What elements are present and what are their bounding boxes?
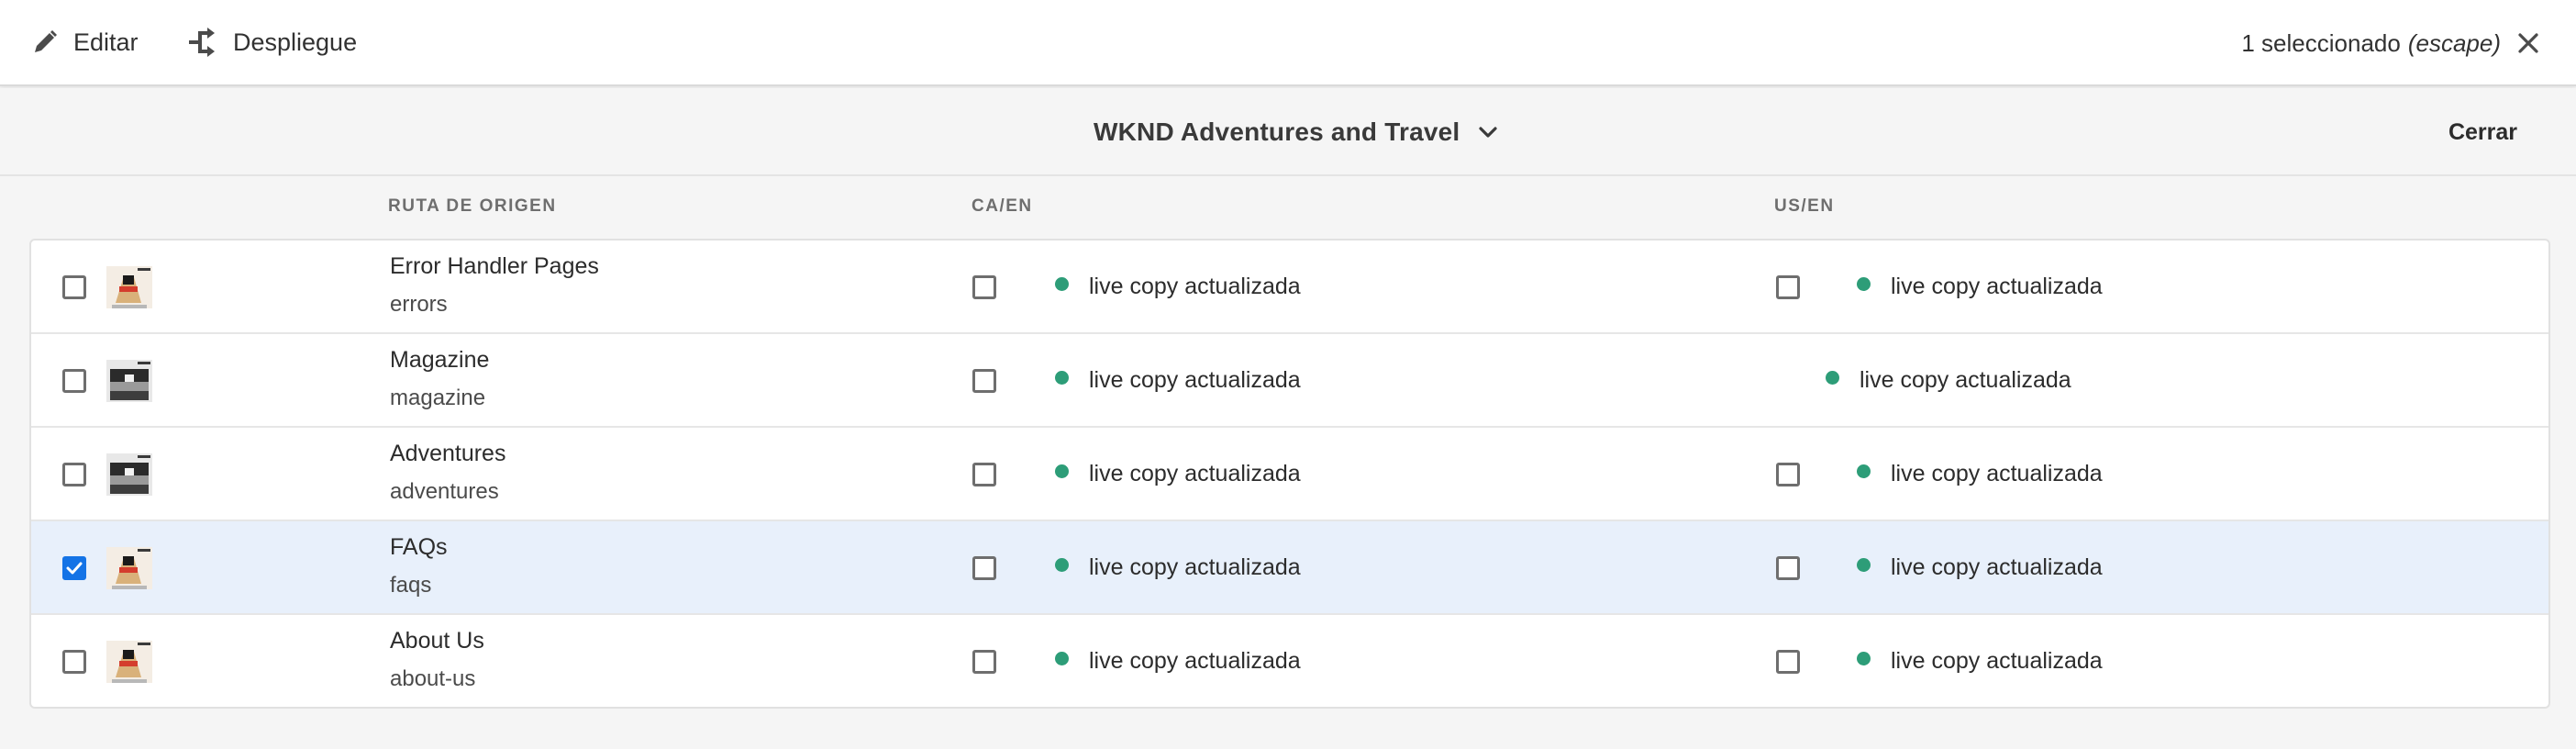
- page-name[interactable]: Error Handler Pages: [390, 253, 599, 280]
- status-label: live copy actualizada: [1089, 366, 1301, 393]
- checkmark-icon: [66, 562, 83, 575]
- page-name[interactable]: Magazine: [390, 347, 489, 374]
- chevron-down-icon: [1478, 126, 1498, 139]
- us-en-checkbox[interactable]: [1776, 275, 1800, 299]
- table-row[interactable]: FAQs faqs live copy actualizada live cop…: [31, 521, 2548, 615]
- close-icon[interactable]: [2517, 32, 2539, 54]
- selection-count: 1 seleccionado: [2241, 28, 2401, 57]
- us-en-status: live copy actualizada: [1857, 521, 2103, 613]
- row-checkbox[interactable]: [62, 650, 86, 674]
- status-label: live copy actualizada: [1089, 647, 1301, 674]
- pencil-icon: [31, 28, 59, 56]
- status-dot-icon: [1055, 370, 1069, 385]
- page-name[interactable]: About Us: [390, 628, 484, 654]
- edit-label: Editar: [73, 28, 139, 56]
- page-path: magazine: [390, 386, 486, 410]
- ca-en-checkbox[interactable]: [972, 650, 996, 674]
- ca-en-status: live copy actualizada: [1055, 240, 1301, 332]
- status-dot-icon: [1055, 464, 1069, 478]
- status-dot-icon: [1055, 651, 1069, 665]
- us-en-status: live copy actualizada: [1857, 428, 2103, 520]
- ca-en-checkbox[interactable]: [972, 463, 996, 486]
- status-dot-icon: [1826, 370, 1839, 385]
- page-thumbnail: [106, 641, 152, 683]
- column-header-source-path[interactable]: RUTA DE ORIGEN: [388, 176, 557, 237]
- ca-en-checkbox[interactable]: [972, 369, 996, 393]
- status-label: live copy actualizada: [1891, 647, 2103, 674]
- deploy-label: Despliegue: [233, 28, 358, 56]
- page-path: about-us: [390, 666, 476, 691]
- blueprint-selector[interactable]: WKND Adventures and Travel: [1094, 88, 1498, 176]
- page-thumbnail: [106, 360, 152, 402]
- page-thumbnail: [106, 266, 152, 308]
- page-name[interactable]: Adventures: [390, 441, 505, 467]
- ca-en-status: live copy actualizada: [1055, 334, 1301, 426]
- ca-en-status: live copy actualizada: [1055, 521, 1301, 613]
- page-path: errors: [390, 292, 448, 317]
- status-label: live copy actualizada: [1891, 553, 2103, 580]
- status-label: live copy actualizada: [1891, 460, 2103, 486]
- collection-header: WKND Adventures and Travel Cerrar: [0, 88, 2576, 176]
- ca-en-status: live copy actualizada: [1055, 428, 1301, 520]
- status-label: live copy actualizada: [1089, 460, 1301, 486]
- rollout-table: Error Handler Pages errors live copy act…: [29, 239, 2550, 709]
- table-row[interactable]: Adventures adventures live copy actualiz…: [31, 428, 2548, 521]
- selection-status: 1 seleccionado (escape): [2241, 0, 2539, 86]
- us-en-status: live copy actualizada: [1857, 615, 2103, 707]
- column-header-ca-en[interactable]: CA/EN: [972, 176, 1033, 237]
- status-dot-icon: [1055, 557, 1069, 572]
- row-checkbox[interactable]: [62, 556, 86, 580]
- table-row[interactable]: Magazine magazine live copy actualizada …: [31, 334, 2548, 428]
- us-en-status: live copy actualizada: [1826, 334, 2071, 426]
- page-path: adventures: [390, 479, 499, 504]
- row-checkbox[interactable]: [62, 275, 86, 299]
- table-header: RUTA DE ORIGEN CA/EN US/EN: [0, 176, 2576, 237]
- edit-button[interactable]: Editar: [31, 0, 139, 85]
- status-label: live copy actualizada: [1089, 273, 1301, 299]
- page-thumbnail: [106, 453, 152, 496]
- table-row[interactable]: About Us about-us live copy actualizada …: [31, 615, 2548, 707]
- page-title: WKND Adventures and Travel: [1094, 117, 1460, 146]
- page-path: faqs: [390, 573, 432, 598]
- deploy-button[interactable]: Despliegue: [187, 0, 357, 85]
- close-button[interactable]: Cerrar: [2448, 88, 2517, 176]
- page-name[interactable]: FAQs: [390, 534, 448, 561]
- column-header-us-en[interactable]: US/EN: [1774, 176, 1835, 237]
- us-en-checkbox[interactable]: [1776, 463, 1800, 486]
- status-dot-icon: [1857, 557, 1871, 572]
- row-checkbox[interactable]: [62, 463, 86, 486]
- status-dot-icon: [1857, 464, 1871, 478]
- rollout-icon: [187, 27, 218, 58]
- row-checkbox[interactable]: [62, 369, 86, 393]
- selection-hint: (escape): [2407, 28, 2501, 57]
- status-dot-icon: [1857, 651, 1871, 665]
- page-thumbnail: [106, 547, 152, 589]
- us-en-checkbox[interactable]: [1776, 556, 1800, 580]
- table-row[interactable]: Error Handler Pages errors live copy act…: [31, 240, 2548, 334]
- us-en-status: live copy actualizada: [1857, 240, 2103, 332]
- ca-en-status: live copy actualizada: [1055, 615, 1301, 707]
- status-dot-icon: [1857, 276, 1871, 291]
- action-bar: Editar Despliegue 1 seleccionado (escape…: [0, 0, 2576, 86]
- ca-en-checkbox[interactable]: [972, 275, 996, 299]
- status-dot-icon: [1055, 276, 1069, 291]
- us-en-checkbox[interactable]: [1776, 650, 1800, 674]
- status-label: live copy actualizada: [1089, 553, 1301, 580]
- status-label: live copy actualizada: [1891, 273, 2103, 299]
- status-label: live copy actualizada: [1860, 366, 2071, 393]
- ca-en-checkbox[interactable]: [972, 556, 996, 580]
